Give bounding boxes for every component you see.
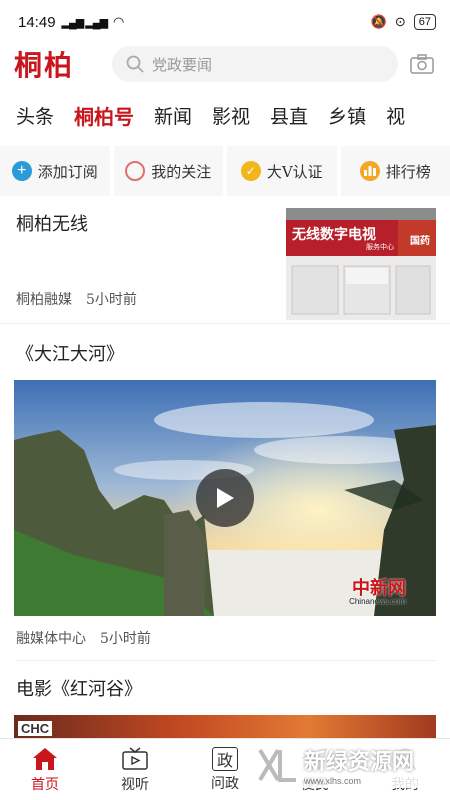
xl-logo-icon <box>258 748 296 782</box>
news-title: 桐柏无线 <box>16 214 88 235</box>
camera-button[interactable] <box>408 50 436 78</box>
tab-item[interactable]: 乡镇 <box>318 102 376 129</box>
camera-icon <box>410 54 434 74</box>
action-label: 我的关注 <box>151 162 212 181</box>
news-meta: 桐柏融媒 5小时前 <box>16 289 137 309</box>
add-subscription-button[interactable]: + 添加订阅 <box>0 146 114 196</box>
bell-off-icon: 🔕 <box>370 14 387 29</box>
tv-icon <box>122 746 148 772</box>
search-icon <box>126 55 144 73</box>
signal-icon: ▂▄▆ ▂▄▆ <box>61 16 108 29</box>
battery-level: 67 <box>413 14 436 30</box>
app-header: 桐柏 党政要闻 <box>0 44 450 84</box>
plus-circle-icon: + <box>11 161 32 181</box>
bottom-navigation: 首页 视听 政 问政 便民 我的 新绿资源网 www.xlhs.com <box>0 738 450 800</box>
news-item[interactable]: 桐柏无线 桐柏融媒 5小时前 无线数字电视 服务中心 国药 <box>0 196 450 324</box>
thumb-sign-right: 国药 <box>410 236 430 247</box>
nav-label: 问政 <box>211 775 239 792</box>
news-time: 5小时前 <box>100 631 151 647</box>
thumb-sign-text: 无线数字电视 <box>292 227 376 243</box>
news-title: 电影《红河谷》 <box>16 679 142 700</box>
news-source: 桐柏融媒 <box>16 292 72 308</box>
tab-item[interactable]: 县直 <box>260 102 318 129</box>
search-box[interactable]: 党政要闻 <box>112 46 398 82</box>
tab-item[interactable]: 视 <box>376 102 415 129</box>
overlay-brand: 新绿资源网 <box>304 749 415 775</box>
news-item[interactable]: 《大江大河》 中新网 Chinanews.com 融媒体中心 5小时前 <box>0 324 450 661</box>
tab-item[interactable]: 新闻 <box>144 102 202 129</box>
play-icon <box>217 488 234 508</box>
search-placeholder: 党政要闻 <box>152 55 213 74</box>
news-source: 融媒体中心 <box>16 631 86 647</box>
zheng-icon: 政 <box>212 746 238 771</box>
tab-item[interactable]: 影视 <box>202 102 260 129</box>
news-meta: 融媒体中心 5小时前 <box>16 628 436 661</box>
video-watermark: 中新网 Chinanews.com <box>349 580 406 606</box>
nav-home[interactable]: 首页 <box>0 739 90 800</box>
action-label: 添加订阅 <box>37 162 98 181</box>
nav-label: 视听 <box>121 776 149 793</box>
news-title: 《大江大河》 <box>16 344 124 365</box>
tab-item[interactable]: 桐柏号 <box>64 101 144 130</box>
action-label: 大V认证 <box>266 162 323 181</box>
play-button[interactable] <box>196 469 254 527</box>
overlay-sub: www.xlhs.com <box>304 776 362 786</box>
circle-icon <box>125 161 146 181</box>
lock-icon: ⊙ <box>394 14 406 29</box>
check-circle-icon: ✓ <box>240 161 261 181</box>
bar-chart-icon <box>359 161 380 181</box>
home-icon <box>32 746 58 772</box>
site-watermark-overlay: 新绿资源网 www.xlhs.com <box>250 742 432 788</box>
nav-label: 首页 <box>31 776 59 793</box>
channel-badge: CHC <box>18 721 53 736</box>
my-follows-button[interactable]: 我的关注 <box>114 146 227 196</box>
watermark-sub: Chinanews.com <box>349 597 406 606</box>
channel-tabs: 头条 桐柏号 新闻 影视 县直 乡镇视 <box>0 84 450 146</box>
thumb-sign-sub: 服务中心 <box>366 243 394 251</box>
app-logo: 桐柏 <box>14 49 75 82</box>
action-label: 排行榜 <box>385 162 431 181</box>
watermark-brand: 中新网 <box>352 578 406 599</box>
verified-button[interactable]: ✓ 大V认证 <box>227 146 341 196</box>
nav-video[interactable]: 视听 <box>90 739 180 800</box>
wifi-icon: ◠ <box>113 14 125 29</box>
status-bar: 14:49 ▂▄▆ ▂▄▆ ◠ 🔕 ⊙ 67 <box>0 0 450 44</box>
news-thumbnail: 无线数字电视 服务中心 国药 <box>286 208 436 320</box>
quick-actions: + 添加订阅 我的关注 ✓ 大V认证 排行榜 <box>0 146 450 196</box>
news-time: 5小时前 <box>86 292 137 308</box>
video-thumbnail[interactable]: 中新网 Chinanews.com <box>14 380 436 616</box>
tab-item[interactable]: 头条 <box>6 102 64 129</box>
ranking-button[interactable]: 排行榜 <box>341 146 450 196</box>
status-time: 14:49 <box>18 13 56 31</box>
